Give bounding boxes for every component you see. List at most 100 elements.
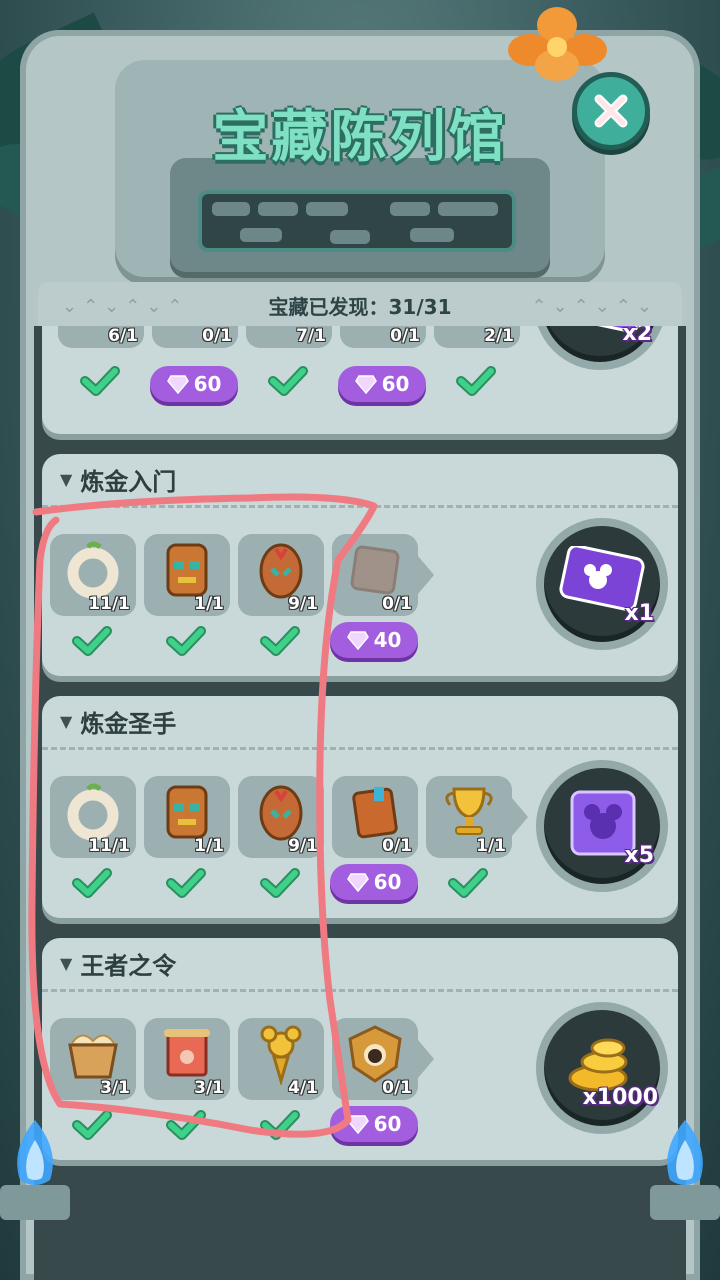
gem-price: 60 — [381, 372, 410, 396]
item-slot[interactable]: 0/1 — [332, 776, 418, 858]
item-count: 11/1 — [88, 836, 130, 856]
item-slot[interactable]: 3/1 — [50, 1018, 136, 1100]
gem-buy-button[interactable]: 40 — [330, 622, 418, 658]
item-slot[interactable]: 11/1 — [50, 776, 136, 858]
item-slot[interactable]: 1/1 — [144, 534, 230, 616]
item-slot[interactable]: 4/1 — [238, 1018, 324, 1100]
check-icon — [166, 626, 206, 656]
collection-list[interactable]: 6/1 0/1 7/1 0/1 2/1 60 60 x2 ▼ 炼金入门 11/1… — [34, 326, 686, 1280]
reward-multiplier: x1000 — [582, 1085, 658, 1110]
tribal-shield-icon — [259, 785, 303, 841]
gem-icon — [166, 375, 189, 394]
tribal-shield-icon — [259, 543, 303, 599]
item-slot[interactable]: 7/1 — [246, 326, 332, 348]
brick — [240, 228, 282, 242]
card-title: 王者之令 — [80, 952, 177, 980]
close-button[interactable] — [572, 72, 650, 150]
item-count: 9/1 — [288, 836, 318, 856]
item-count: 1/1 — [194, 594, 224, 614]
item-count: 1/1 — [476, 836, 506, 856]
card-header[interactable]: ▼ 炼金圣手 — [42, 696, 678, 750]
gem-icon — [346, 873, 369, 892]
brick — [330, 230, 370, 244]
item-slot[interactable]: 6/1 — [58, 326, 144, 348]
gem-buy-button[interactable]: 60 — [330, 864, 418, 900]
check-icon — [166, 1110, 206, 1140]
mickey-shield-icon — [348, 1025, 402, 1083]
item-slot[interactable]: 0/1 — [340, 326, 426, 348]
bone-ring-icon — [67, 541, 119, 599]
gem-icon — [354, 375, 377, 394]
item-slot[interactable]: 0/1 — [152, 326, 238, 348]
treasure-book-icon — [352, 787, 398, 839]
item-count: 0/1 — [202, 326, 232, 346]
check-icon — [260, 1110, 300, 1140]
reward-multiplier: x2 — [622, 326, 653, 346]
item-count: 0/1 — [382, 1078, 412, 1098]
gem-icon — [346, 631, 369, 650]
brick — [438, 202, 498, 216]
tiki-mask-icon — [166, 785, 208, 839]
chevron-decor-icon: ⌄⌃⌄⌃⌄⌃ — [62, 296, 189, 317]
blue-torch-icon — [0, 1120, 70, 1220]
item-slot[interactable]: 1/1 — [144, 776, 230, 858]
chevron-decor-icon: ⌃⌄⌃⌄⌃⌄ — [531, 296, 658, 317]
tiki-mask-icon — [166, 543, 208, 597]
brick — [410, 228, 454, 242]
card-header[interactable]: ▼ 王者之令 — [42, 938, 678, 992]
card-title: 炼金圣手 — [80, 710, 177, 738]
gem-price: 60 — [193, 372, 222, 396]
chevron-down-icon: ▼ — [60, 470, 73, 489]
check-icon — [456, 366, 496, 396]
item-count: 0/1 — [382, 594, 412, 614]
collection-card: ▼ 炼金圣手 11/1 1/1 9/1 0/1 1/1 60 x5 — [42, 696, 678, 918]
mickey-scroll-icon — [164, 1029, 210, 1077]
item-count: 4/1 — [288, 1078, 318, 1098]
item-slot[interactable]: 11/1 — [50, 534, 136, 616]
item-count: 0/1 — [390, 326, 420, 346]
bone-ring-icon — [67, 783, 119, 841]
item-slot[interactable]: 0/1 — [332, 1018, 434, 1100]
discovery-progress: ⌄⌃⌄⌃⌄⌃ 宝藏已发现：31/31 ⌃⌄⌃⌄⌃⌄ — [38, 282, 682, 328]
chevron-down-icon: ▼ — [60, 712, 73, 731]
progress-label: 宝藏已发现：31/31 — [260, 290, 460, 320]
item-count: 0/1 — [382, 836, 412, 856]
gem-buy-button[interactable]: 60 — [150, 366, 238, 402]
gem-buy-button[interactable]: 60 — [338, 366, 426, 402]
collection-card: ▼ 炼金入门 11/1 1/1 9/1 0/1 40 x1 — [42, 454, 678, 676]
blue-torch-icon — [650, 1120, 720, 1220]
gem-price: 60 — [373, 1112, 402, 1136]
gem-price: 60 — [373, 870, 402, 894]
check-icon — [166, 868, 206, 898]
check-icon — [72, 626, 112, 656]
gem-buy-button[interactable]: 60 — [330, 1106, 418, 1142]
item-count: 3/1 — [194, 1078, 224, 1098]
check-icon — [80, 366, 120, 396]
check-icon — [260, 868, 300, 898]
brick — [306, 202, 348, 216]
gem-icon — [346, 1115, 369, 1134]
item-count: 11/1 — [88, 594, 130, 614]
item-slot[interactable]: 3/1 — [144, 1018, 230, 1100]
check-icon — [260, 626, 300, 656]
item-count: 2/1 — [484, 326, 514, 346]
item-count: 7/1 — [296, 326, 326, 346]
item-slot[interactable]: 9/1 — [238, 776, 324, 858]
item-slot[interactable]: 2/1 — [434, 326, 520, 348]
reward-badge[interactable]: x5 — [536, 760, 668, 892]
mickey-scepter-icon — [260, 1025, 302, 1086]
card-header[interactable]: ▼ 炼金入门 — [42, 454, 678, 508]
collection-card: ▼ 王者之令 3/1 3/1 4/1 0/1 60 x1000 — [42, 938, 678, 1160]
item-slot[interactable]: 9/1 — [238, 534, 324, 616]
item-slot[interactable]: 0/1 — [332, 534, 434, 616]
reward-badge[interactable]: x1 — [536, 518, 668, 650]
reward-multiplier: x1 — [624, 601, 655, 626]
item-count: 9/1 — [288, 594, 318, 614]
item-slot[interactable]: 1/1 — [426, 776, 528, 858]
check-icon — [448, 868, 488, 898]
card-title: 炼金入门 — [80, 468, 177, 496]
stone-tablet-icon — [350, 545, 400, 595]
golden-trophy-icon — [445, 787, 493, 836]
reward-badge[interactable]: x2 — [534, 326, 666, 370]
brick — [212, 202, 250, 216]
